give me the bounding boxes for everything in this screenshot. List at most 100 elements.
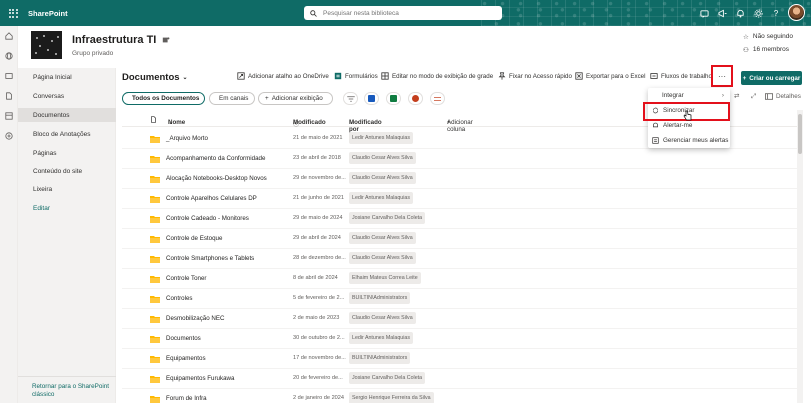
modified-by[interactable]: Sergio Henrique Ferreira da Silva	[349, 392, 434, 403]
modified-by[interactable]: BUILTIN\Administrators	[349, 292, 411, 304]
news-icon[interactable]	[0, 66, 18, 86]
modified-by[interactable]: BUILTIN\Administrators	[349, 352, 411, 364]
table-row[interactable]: Controle Smartphones e Tablets 28 de deze…	[122, 249, 802, 269]
modified-by[interactable]: Josiane Carvalho Dela Coleta	[349, 372, 426, 384]
create-icon[interactable]	[0, 126, 18, 146]
gear-icon[interactable]	[753, 8, 763, 18]
file-name[interactable]: Equipamentos Furukawa	[166, 375, 234, 382]
file-name[interactable]: Desmobilização NEC	[166, 315, 224, 322]
more-actions-button[interactable]: ···	[711, 65, 733, 87]
add-shortcut-button[interactable]: Adicionar atalho ao OneDrive	[237, 72, 329, 80]
modified-date: 29 de novembro de...	[293, 175, 346, 181]
table-row[interactable]: Controle Toner 8 de abril de 2024 Elhaim M…	[122, 269, 802, 289]
home-icon[interactable]	[0, 26, 18, 46]
sort-icon[interactable]: ⇄	[734, 93, 739, 100]
modified-by[interactable]: Ledir Antunes Malaquias	[349, 192, 414, 204]
scrollbar-thumb[interactable]	[798, 114, 802, 154]
bell-icon[interactable]	[735, 8, 745, 18]
file-icon[interactable]	[0, 86, 18, 106]
file-name[interactable]: Controles	[166, 295, 192, 302]
chevron-down-icon: ⌄	[182, 75, 188, 81]
nav-item-documents[interactable]: Documentos	[33, 112, 70, 119]
modified-by[interactable]: Ledir Antunes Malaquias	[349, 332, 414, 344]
table-row[interactable]: Desmobilização NEC 2 de maio de 2023 Claud…	[122, 309, 802, 329]
classic-link[interactable]: Retornar para o SharePoint clássico	[32, 383, 112, 399]
site-title[interactable]: Infraestrutura TI	[72, 34, 170, 46]
file-name[interactable]: Controle Cadeado - Monitores	[166, 215, 249, 222]
file-name[interactable]: _Arquivo Morto	[166, 135, 208, 142]
view-in-channels[interactable]: Em canais	[209, 92, 255, 105]
file-name[interactable]: Controle Toner	[166, 275, 206, 282]
export-excel-button[interactable]: Exportar para o Excel	[575, 72, 646, 80]
modified-by[interactable]: Claudio Cesar Alves Silva	[349, 232, 416, 244]
search-input[interactable]	[323, 9, 493, 17]
file-name[interactable]: Acompanhamento da Conformidade	[166, 155, 265, 162]
file-type-header-icon[interactable]	[150, 116, 157, 123]
app-name[interactable]: SharePoint	[28, 9, 68, 18]
app-launcher-icon[interactable]	[0, 0, 26, 26]
file-name[interactable]: Controle Smartphones e Tablets	[166, 255, 254, 262]
nav-item-recycle-bin[interactable]: Lixeira	[33, 186, 52, 193]
teams-chat-icon[interactable]	[699, 8, 709, 18]
file-name[interactable]: Alocação Notebooks-Desktop Novos	[166, 175, 267, 182]
powerpoint-filter-icon[interactable]	[408, 92, 423, 105]
file-name[interactable]: Controle de Estoque	[166, 235, 222, 242]
view-all-documents[interactable]: Todos os Documentos	[122, 92, 205, 105]
file-name[interactable]: Forum de Infra	[166, 395, 207, 402]
nav-item-site-contents[interactable]: Conteúdo do site	[33, 168, 82, 175]
menu-item-integrate[interactable]: Integrar ›	[648, 89, 730, 102]
excel-filter-icon[interactable]	[386, 92, 401, 105]
table-row[interactable]: Equipamentos Furukawa 20 de fevereiro de.…	[122, 369, 802, 389]
table-row[interactable]: Acompanhamento da Conformidade 23 de abri…	[122, 149, 802, 169]
more-filters-icon[interactable]	[430, 92, 445, 105]
new-upload-button[interactable]: + Criar ou carregar	[741, 71, 802, 85]
table-row[interactable]: Forum de Infra 2 de janeiro de 2024 Sergio…	[122, 389, 802, 403]
modified-by[interactable]: Claudio Cesar Alves Silva	[349, 252, 416, 264]
table-row[interactable]: Documentos 30 de outubro de 2... Ledir Ant…	[122, 329, 802, 349]
file-name[interactable]: Documentos	[166, 335, 201, 342]
modified-by[interactable]: Claudio Cesar Alves Silva	[349, 172, 416, 184]
file-name[interactable]: Equipamentos	[166, 355, 206, 362]
forms-icon	[334, 72, 342, 80]
details-button[interactable]: Detalhes	[765, 93, 801, 100]
help-icon[interactable]: ?	[771, 8, 781, 18]
nav-edit-link[interactable]: Editar	[33, 205, 50, 212]
globe-icon[interactable]	[0, 46, 18, 66]
teams-icon[interactable]	[162, 36, 170, 44]
modified-by[interactable]: Claudio Cesar Alves Silva	[349, 312, 416, 324]
modified-date: 23 de abril de 2018	[293, 155, 341, 161]
pin-quick-access-button[interactable]: Fixar no Acesso rápido	[498, 72, 572, 80]
modified-by[interactable]: Claudio Cesar Alves Silva	[349, 152, 416, 164]
scrollbar[interactable]	[797, 110, 803, 403]
nav-item-conversations[interactable]: Conversas	[33, 93, 64, 100]
nav-item-home[interactable]: Página Inicial	[33, 74, 72, 81]
workflows-button[interactable]: Fluxos de trabalho	[650, 72, 712, 80]
forms-button[interactable]: Formulários	[334, 72, 378, 80]
filter-button[interactable]	[343, 92, 358, 105]
library-title[interactable]: Documentos ⌄	[122, 72, 188, 83]
nav-item-pages[interactable]: Páginas	[33, 150, 57, 157]
word-filter-icon[interactable]	[364, 92, 379, 105]
menu-item-manage-alerts[interactable]: Gerenciar meus alertas	[648, 134, 730, 147]
table-row[interactable]: Alocação Notebooks-Desktop Novos 29 de no…	[122, 169, 802, 189]
avatar[interactable]	[788, 4, 805, 21]
megaphone-icon[interactable]	[717, 8, 727, 18]
list-icon[interactable]	[0, 106, 18, 126]
table-row[interactable]: Controle Cadeado - Monitores 29 de maio d…	[122, 209, 802, 229]
grid-view-button[interactable]: Editar no modo de exibição de grade	[381, 72, 493, 80]
table-row[interactable]: Controle Aparelhos Celulares DP 21 de jun…	[122, 189, 802, 209]
follow-button[interactable]: ☆ Não seguindo	[743, 30, 793, 43]
nav-item-notebook[interactable]: Bloco de Anotações	[33, 131, 90, 138]
modified-by[interactable]: Josiane Carvalho Dela Coleta	[349, 212, 426, 224]
table-row[interactable]: Controles 5 de fevereiro de 2... BUILTIN\A…	[122, 289, 802, 309]
search-box[interactable]	[304, 6, 502, 20]
modified-by[interactable]: Ledir Antunes Malaquias	[349, 132, 414, 144]
table-row[interactable]: Equipamentos 17 de novembro de... BUILTIN\…	[122, 349, 802, 369]
info-icon	[765, 93, 773, 100]
add-view-button[interactable]: + Adicionar exibição	[258, 92, 333, 105]
file-name[interactable]: Controle Aparelhos Celulares DP	[166, 195, 257, 202]
members-button[interactable]: ⚇ 16 membros	[743, 43, 793, 56]
table-row[interactable]: Controle de Estoque 29 de abril de 2024 Cl…	[122, 229, 802, 249]
expand-icon[interactable]: ⤢	[751, 93, 756, 101]
modified-by[interactable]: Elhaim Mateus Correa Leite	[349, 272, 421, 284]
